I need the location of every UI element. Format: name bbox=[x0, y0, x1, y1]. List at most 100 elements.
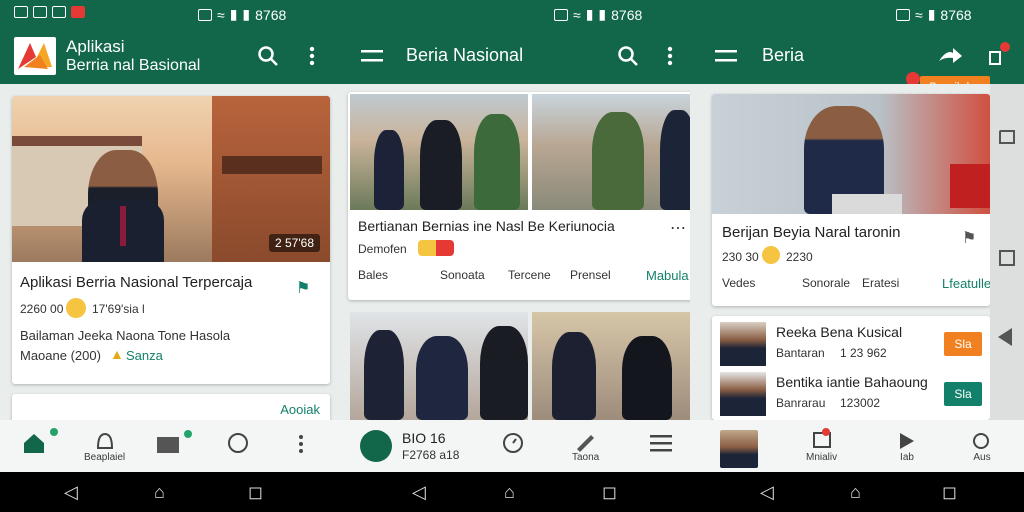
play-icon bbox=[900, 433, 914, 449]
nav-item-3[interactable]: Taona bbox=[572, 430, 599, 463]
card-link[interactable]: Mabula bbox=[646, 268, 689, 283]
meta-num: 2260 00 bbox=[20, 302, 64, 316]
nav-item-1-line1: BIO 16 bbox=[402, 430, 446, 446]
news-photo-3[interactable] bbox=[350, 312, 528, 420]
app-logo bbox=[14, 37, 56, 75]
nav-item-2[interactable]: Mnialiv bbox=[806, 428, 838, 463]
nav-item-2[interactable]: Beaplaiel bbox=[84, 430, 125, 463]
wifi-icon: ≈ bbox=[573, 6, 581, 23]
card-title: Bertianan Bernias ine Nasl Be Keriunocia bbox=[358, 218, 615, 234]
menu-icon[interactable] bbox=[712, 42, 740, 70]
search-icon[interactable] bbox=[254, 42, 282, 70]
tab-2[interactable]: Sonorale bbox=[802, 276, 850, 290]
back-icon[interactable]: ◁ bbox=[412, 482, 426, 503]
news-photo-1 bbox=[350, 94, 528, 210]
bookmark-icon[interactable]: ⚑ bbox=[296, 278, 310, 298]
second-card-link[interactable]: Aooiak bbox=[280, 402, 320, 417]
nav-item-3-label: Taona bbox=[572, 452, 600, 463]
photo-icon bbox=[554, 8, 568, 21]
tab-2[interactable]: Sonoata bbox=[440, 268, 485, 282]
thumbnail bbox=[720, 372, 766, 416]
nav-timer-icon[interactable] bbox=[502, 432, 524, 454]
rail-back-icon[interactable] bbox=[998, 328, 1012, 346]
back-icon[interactable]: ◁ bbox=[760, 482, 774, 503]
news-photo-4[interactable] bbox=[532, 312, 698, 420]
list-item-button[interactable]: Sla bbox=[944, 382, 982, 406]
nav-item-4-label: Aus bbox=[973, 452, 991, 463]
nav-item-4[interactable]: Aus bbox=[970, 430, 994, 463]
status-time: 8768 bbox=[940, 6, 972, 23]
bookmark-icon[interactable]: ⚑ bbox=[962, 228, 976, 248]
chart-notification-icon bbox=[52, 6, 66, 18]
clap-icon: ▲ bbox=[110, 346, 124, 362]
app-title-line1: Aplikasi bbox=[66, 37, 125, 56]
card-link[interactable]: Lfeatulle bbox=[942, 276, 990, 291]
more-horiz-icon[interactable]: ⋯ bbox=[670, 218, 686, 238]
recents-icon[interactable]: ◻ bbox=[248, 482, 263, 503]
home-icon[interactable]: ⌂ bbox=[154, 482, 165, 503]
nav-item-1[interactable]: BIO 16 F2768 a18 bbox=[360, 428, 500, 466]
card-link[interactable]: Sanza bbox=[126, 348, 163, 363]
content-panel-3: Berijan Beyia Naral taronin ⚑ 230 30 223… bbox=[690, 84, 990, 420]
news-list: Reeka Bena Kusical Bantaran 1 23 962 Sla… bbox=[712, 316, 990, 420]
tab-3[interactable]: Tercene bbox=[508, 268, 551, 282]
signal-icon: ▮ bbox=[927, 6, 936, 22]
image-notification-icon bbox=[33, 6, 47, 18]
app-title: Beria bbox=[762, 45, 805, 65]
more-vert-icon[interactable] bbox=[298, 42, 326, 70]
rail-square-icon[interactable] bbox=[999, 250, 1015, 266]
nav-item-3[interactable]: Iab bbox=[896, 430, 918, 463]
battery-icon: ▮ bbox=[242, 6, 251, 22]
card-line1: Bailaman Jeeka Naona Tone Hasola bbox=[20, 328, 231, 343]
news-card[interactable]: Berijan Beyia Naral taronin ⚑ 230 30 223… bbox=[712, 94, 990, 306]
alert-notification-icon bbox=[71, 6, 85, 18]
nav-item-3-label: Iab bbox=[900, 452, 914, 463]
notification-icon[interactable] bbox=[982, 42, 1010, 70]
card-meta: 230 30 bbox=[722, 250, 759, 264]
list-item-button-label: Sla bbox=[954, 387, 972, 401]
news-card[interactable]: Bertianan Bernias ine Nasl Be Keriunocia… bbox=[348, 92, 698, 300]
rail-home-icon[interactable] bbox=[999, 130, 1015, 144]
back-icon[interactable]: ◁ bbox=[64, 482, 78, 503]
nav-item-2-label: Mnialiv bbox=[806, 452, 838, 463]
tab-4[interactable]: Prensel bbox=[570, 268, 611, 282]
refresh-icon bbox=[973, 433, 989, 449]
app-bar-2: Beria Nasional bbox=[340, 28, 690, 84]
featured-card[interactable]: 2 57'68 Aplikasi Berria Nasional Terperc… bbox=[12, 96, 330, 384]
app-title-line2: Berria nal Basional bbox=[66, 57, 201, 74]
status-right-3: ≈ ▮ 8768 bbox=[896, 6, 972, 23]
home-icon[interactable]: ⌂ bbox=[504, 482, 515, 503]
nav-home-badge bbox=[50, 428, 58, 436]
notification-icons bbox=[14, 6, 85, 18]
nav-home-icon[interactable] bbox=[22, 428, 58, 454]
system-nav-bar: ◁ ⌂ ◻ ◁ ⌂ ◻ ◁ ⌂ ◻ bbox=[0, 472, 1024, 512]
tab-1[interactable]: Bales bbox=[358, 268, 388, 282]
wifi-icon: ≈ bbox=[217, 6, 225, 23]
nav-badge bbox=[822, 428, 830, 436]
nav-list-icon[interactable] bbox=[650, 434, 672, 452]
list-item-button[interactable]: Sla bbox=[944, 332, 982, 356]
content-panel-2: Bertianan Bernias ine Nasl Be Keriunocia… bbox=[340, 84, 698, 420]
share-icon[interactable] bbox=[936, 42, 964, 70]
home-icon[interactable]: ⌂ bbox=[850, 482, 861, 503]
signal-icon: ▮ bbox=[229, 6, 238, 22]
tab-1[interactable]: Vedes bbox=[722, 276, 755, 290]
card-sub: Demofen bbox=[358, 242, 407, 256]
battery-icon: ▮ bbox=[598, 6, 607, 22]
nav-avatar[interactable] bbox=[720, 430, 758, 468]
reaction-icons bbox=[418, 240, 454, 256]
nav-chat-icon[interactable] bbox=[226, 432, 250, 456]
list-item[interactable]: Reeka Bena Kusical Bantaran 1 23 962 Sla bbox=[712, 322, 990, 366]
wifi-icon: ≈ bbox=[915, 6, 923, 23]
menu-icon[interactable] bbox=[358, 42, 386, 70]
nav-folder-icon[interactable] bbox=[156, 430, 192, 454]
list-item[interactable]: Bentika iantie Bahaoung Banrarau 123002 … bbox=[712, 372, 990, 416]
more-vert-icon[interactable] bbox=[656, 42, 684, 70]
recents-icon[interactable]: ◻ bbox=[602, 482, 617, 503]
status-time: 8768 bbox=[255, 6, 287, 23]
tab-3[interactable]: Eratesi bbox=[862, 276, 899, 290]
search-icon[interactable] bbox=[614, 42, 642, 70]
recents-icon[interactable]: ◻ bbox=[942, 482, 957, 503]
nav-folder-badge bbox=[184, 430, 192, 438]
nav-more-icon[interactable] bbox=[298, 434, 304, 454]
